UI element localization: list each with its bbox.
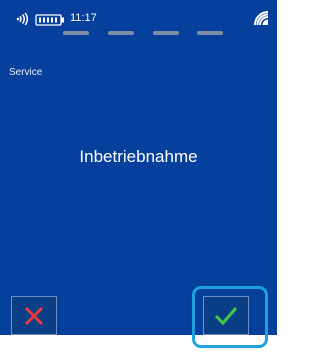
terminal-screen: 11:17 Service Inbetriebnahme — [0, 0, 277, 335]
battery-icon — [35, 13, 65, 26]
section-label: Service — [9, 67, 43, 78]
progress-step — [197, 31, 223, 35]
status-time: 11:17 — [70, 12, 97, 24]
progress-step — [153, 31, 179, 35]
main-message: Inbetriebnahme — [79, 147, 198, 166]
status-bar: 11:17 — [0, 0, 277, 34]
cancel-button[interactable] — [11, 296, 57, 335]
confirm-button-highlight — [192, 286, 268, 348]
progress-step — [63, 31, 89, 35]
signal-icon — [253, 10, 269, 26]
close-icon — [23, 305, 45, 327]
progress-indicator — [63, 31, 223, 36]
nfc-icon — [15, 12, 29, 26]
progress-step — [108, 31, 134, 35]
